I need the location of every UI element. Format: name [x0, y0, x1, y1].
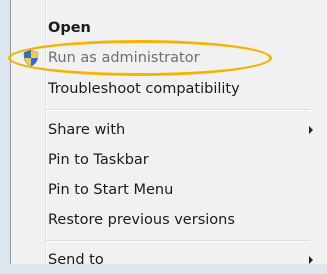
menu-separator — [46, 109, 310, 111]
menu-item-open[interactable]: Open — [48, 14, 91, 42]
chevron-right-icon — [309, 126, 313, 134]
menu-item-pin-to-taskbar[interactable]: Pin to Taskbar — [48, 146, 149, 174]
menu-item-troubleshoot-compatibility[interactable]: Troubleshoot compatibility — [48, 75, 240, 103]
chevron-right-icon — [309, 256, 313, 264]
menu-separator — [46, 240, 310, 242]
menu-item-pin-to-start-menu[interactable]: Pin to Start Menu — [48, 176, 173, 204]
menu-item-send-to[interactable]: Send to — [48, 246, 104, 274]
menu-item-share-with[interactable]: Share with — [48, 116, 125, 144]
menu-icon-column — [11, 0, 44, 264]
highlight-annotation-oval — [8, 40, 272, 76]
menu-item-restore-previous-versions[interactable]: Restore previous versions — [48, 206, 235, 234]
